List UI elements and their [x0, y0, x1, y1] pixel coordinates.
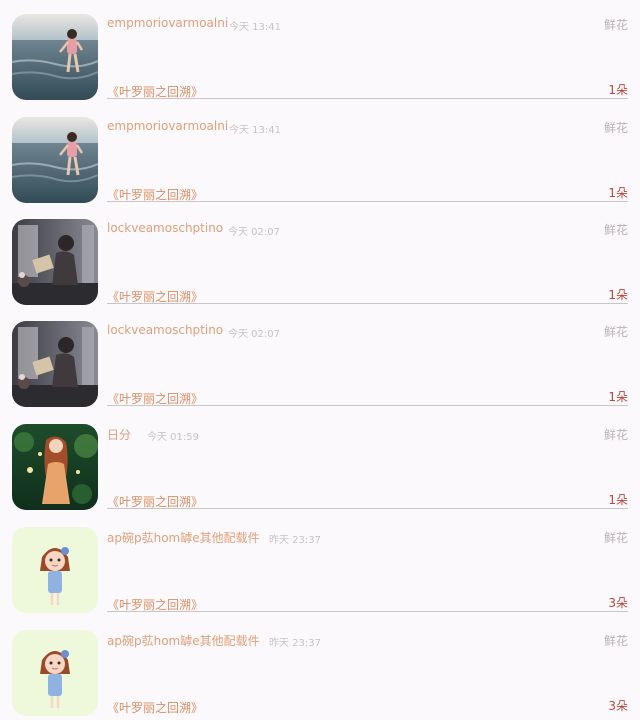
timestamp: 今天 01:59 — [147, 432, 199, 443]
row-divider — [107, 508, 628, 509]
row-divider — [107, 611, 628, 612]
gift-type-label: 鲜花 — [603, 18, 628, 32]
username[interactable]: 日分 — [107, 426, 131, 443]
timestamp: 今天 02:07 — [228, 329, 280, 340]
gift-type-label: 鲜花 — [603, 531, 628, 545]
username[interactable]: lockveamoschptino — [107, 323, 223, 337]
gift-record-row[interactable]: empmoriovarmoalni 今天 13:41 鲜花 《叶罗丽之回溯》 1… — [0, 103, 640, 205]
reading-woman-photo-icon — [12, 321, 98, 407]
gift-record-row[interactable]: ap碗p苰hom罅e其他配载件 昨天 23:37 鲜花 《叶罗丽之回溯》 3朵 — [0, 513, 640, 615]
timestamp: 今天 02:07 — [228, 227, 280, 238]
gift-type-label: 鲜花 — [603, 325, 628, 339]
book-title-link[interactable]: 《叶罗丽之回溯》 — [107, 699, 203, 716]
reading-woman-photo-icon — [12, 219, 98, 305]
forest-girl-illustration-icon — [12, 424, 98, 510]
cartoon-girl-avatar[interactable] — [12, 630, 98, 716]
gift-type-label: 鲜花 — [603, 223, 628, 237]
beach-girl-photo-icon — [12, 117, 98, 203]
cartoon-girl-illustration-icon — [12, 527, 98, 613]
gift-type-label: 鲜花 — [603, 634, 628, 648]
gift-record-row[interactable]: ap碗p苰hom罅e其他配载件 昨天 23:37 鲜花 《叶罗丽之回溯》 3朵 — [0, 616, 640, 718]
gift-type-label: 鲜花 — [603, 121, 628, 135]
gift-record-row[interactable]: lockveamoschptino 今天 02:07 鲜花 《叶罗丽之回溯》 1… — [0, 307, 640, 409]
reading-woman-avatar[interactable] — [12, 321, 98, 407]
reading-woman-avatar[interactable] — [12, 219, 98, 305]
gift-record-row[interactable]: 日分 今天 01:59 鲜花 《叶罗丽之回溯》 1朵 — [0, 410, 640, 512]
gift-record-row[interactable]: lockveamoschptino 今天 02:07 鲜花 《叶罗丽之回溯》 1… — [0, 205, 640, 307]
username[interactable]: empmoriovarmoalni — [107, 16, 228, 30]
flower-gift-list: empmoriovarmoalni 今天 13:41 鲜花 《叶罗丽之回溯》 1… — [0, 0, 640, 720]
gift-count: 3朵 — [608, 596, 628, 610]
cartoon-girl-illustration-icon — [12, 630, 98, 716]
timestamp: 今天 13:41 — [229, 125, 281, 136]
cartoon-girl-avatar[interactable] — [12, 527, 98, 613]
timestamp: 今天 13:41 — [229, 22, 281, 33]
beach-girl-photo-icon — [12, 14, 98, 100]
row-divider — [107, 303, 628, 304]
forest-girl-avatar[interactable] — [12, 424, 98, 510]
username[interactable]: lockveamoschptino — [107, 221, 223, 235]
gift-record-row[interactable]: empmoriovarmoalni 今天 13:41 鲜花 《叶罗丽之回溯》 1… — [0, 0, 640, 102]
row-divider — [107, 405, 628, 406]
username[interactable]: empmoriovarmoalni — [107, 119, 228, 133]
beach-girl-avatar[interactable] — [12, 117, 98, 203]
gift-type-label: 鲜花 — [603, 428, 628, 442]
gift-count: 1朵 — [608, 390, 628, 404]
username[interactable]: ap碗p苰hom罅e其他配载件 — [107, 529, 260, 546]
gift-count: 1朵 — [608, 83, 628, 97]
gift-count: 1朵 — [608, 186, 628, 200]
gift-count: 1朵 — [608, 493, 628, 507]
row-divider — [107, 201, 628, 202]
gift-count: 3朵 — [608, 699, 628, 713]
beach-girl-avatar[interactable] — [12, 14, 98, 100]
timestamp: 昨天 23:37 — [269, 638, 321, 649]
username[interactable]: ap碗p苰hom罅e其他配载件 — [107, 632, 260, 649]
row-divider — [107, 98, 628, 99]
gift-count: 1朵 — [608, 288, 628, 302]
timestamp: 昨天 23:37 — [269, 535, 321, 546]
